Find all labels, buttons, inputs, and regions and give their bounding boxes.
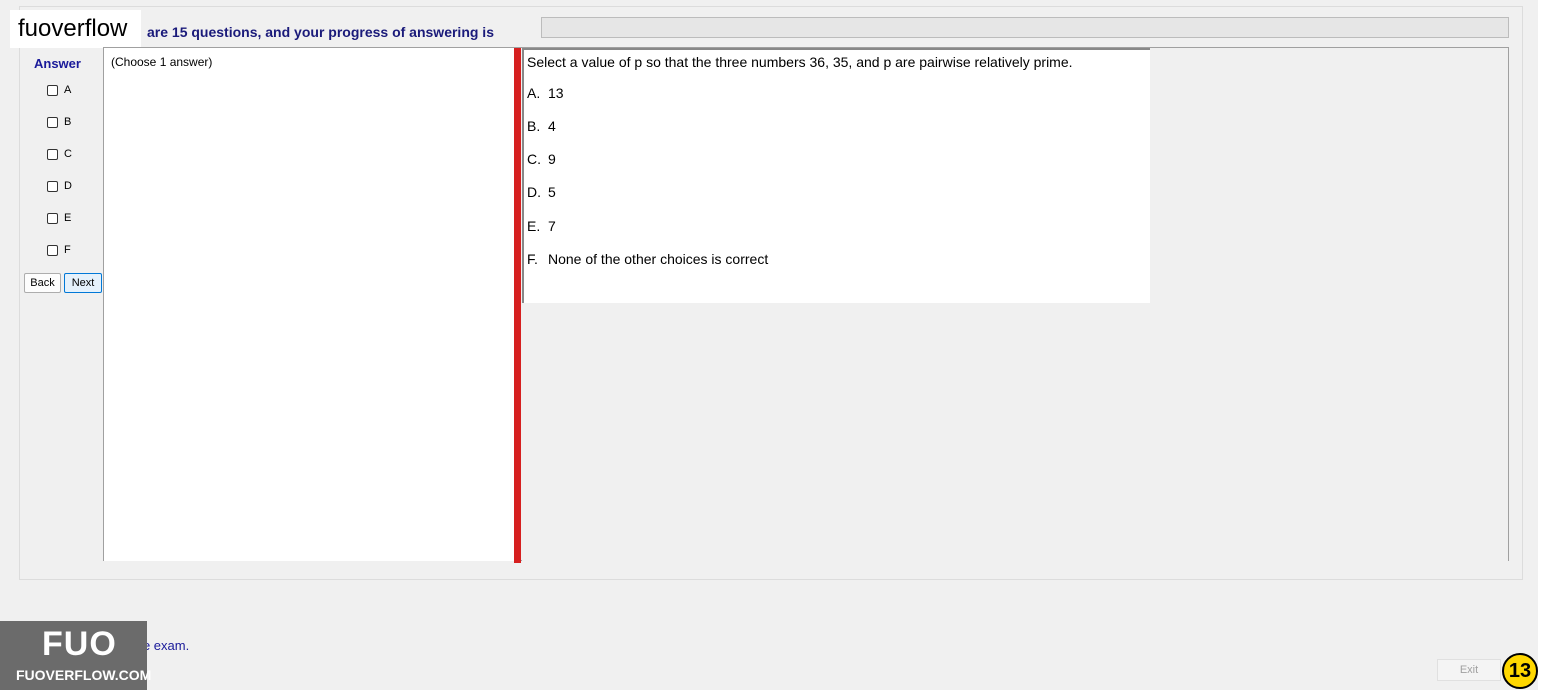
- choice-e: E. 7: [527, 218, 556, 234]
- choice-a: A. 13: [527, 85, 564, 101]
- checkbox-icon[interactable]: [47, 180, 58, 192]
- fuoverflow-logo: fuoverflow: [10, 10, 141, 48]
- answer-option-label: D: [64, 180, 72, 192]
- answer-title: Answer: [34, 56, 81, 71]
- checkbox-icon[interactable]: [47, 148, 58, 160]
- checkbox-icon[interactable]: [47, 212, 58, 224]
- answer-option-a[interactable]: A: [47, 82, 71, 98]
- choice-text: None of the other choices is correct: [548, 251, 769, 267]
- choice-text: 4: [548, 118, 556, 134]
- brand-big-text: FUO: [42, 625, 117, 663]
- choice-d: D. 5: [527, 184, 556, 200]
- answer-option-c[interactable]: C: [47, 146, 72, 162]
- checkbox-icon[interactable]: [47, 116, 58, 128]
- choice-text: 7: [548, 218, 556, 234]
- exit-button[interactable]: Exit: [1437, 659, 1501, 681]
- fuoverflow-brand-logo: FUO FUOVERFLOW.COM: [0, 621, 151, 690]
- answer-option-b[interactable]: B: [47, 114, 71, 130]
- question-box: Select a value of p so that the three nu…: [522, 48, 1150, 303]
- answer-option-e[interactable]: E: [47, 210, 71, 226]
- pane-splitter[interactable]: [514, 48, 521, 563]
- choice-f: F. None of the other choices is correct: [527, 251, 768, 267]
- progress-bar: [541, 17, 1509, 38]
- question-area: Select a value of p so that the three nu…: [522, 48, 1508, 561]
- brand-small-text: FUOVERFLOW.COM: [16, 667, 152, 683]
- answer-note-pane: (Choose 1 answer): [104, 48, 514, 561]
- checkbox-icon[interactable]: [47, 244, 58, 256]
- choice-text: 9: [548, 151, 556, 167]
- question-number-badge: 13: [1502, 653, 1538, 689]
- choice-letter: D.: [527, 184, 541, 200]
- next-button[interactable]: Next: [64, 273, 102, 293]
- choice-letter: E.: [527, 218, 541, 234]
- answer-option-label: E: [64, 212, 72, 224]
- choose-answer-label: (Choose 1 answer): [111, 55, 213, 69]
- choice-letter: F.: [527, 251, 538, 267]
- choice-text: 13: [548, 85, 564, 101]
- progress-label: are 15 questions, and your progress of a…: [147, 24, 494, 40]
- choice-letter: B.: [527, 118, 541, 134]
- answer-option-f[interactable]: F: [47, 242, 71, 258]
- choice-letter: A.: [527, 85, 541, 101]
- back-button[interactable]: Back: [24, 273, 61, 293]
- choice-text: 5: [548, 184, 556, 200]
- choice-b: B. 4: [527, 118, 556, 134]
- answer-option-label: F: [64, 244, 71, 256]
- checkbox-icon[interactable]: [47, 84, 58, 96]
- answer-option-d[interactable]: D: [47, 178, 72, 194]
- window-edge: [1538, 0, 1542, 690]
- answer-option-label: B: [64, 116, 72, 128]
- answer-option-label: C: [64, 148, 72, 160]
- choice-c: C. 9: [527, 151, 556, 167]
- question-text: Select a value of p so that the three nu…: [527, 54, 1073, 70]
- choice-letter: C.: [527, 151, 541, 167]
- answer-option-label: A: [64, 84, 72, 96]
